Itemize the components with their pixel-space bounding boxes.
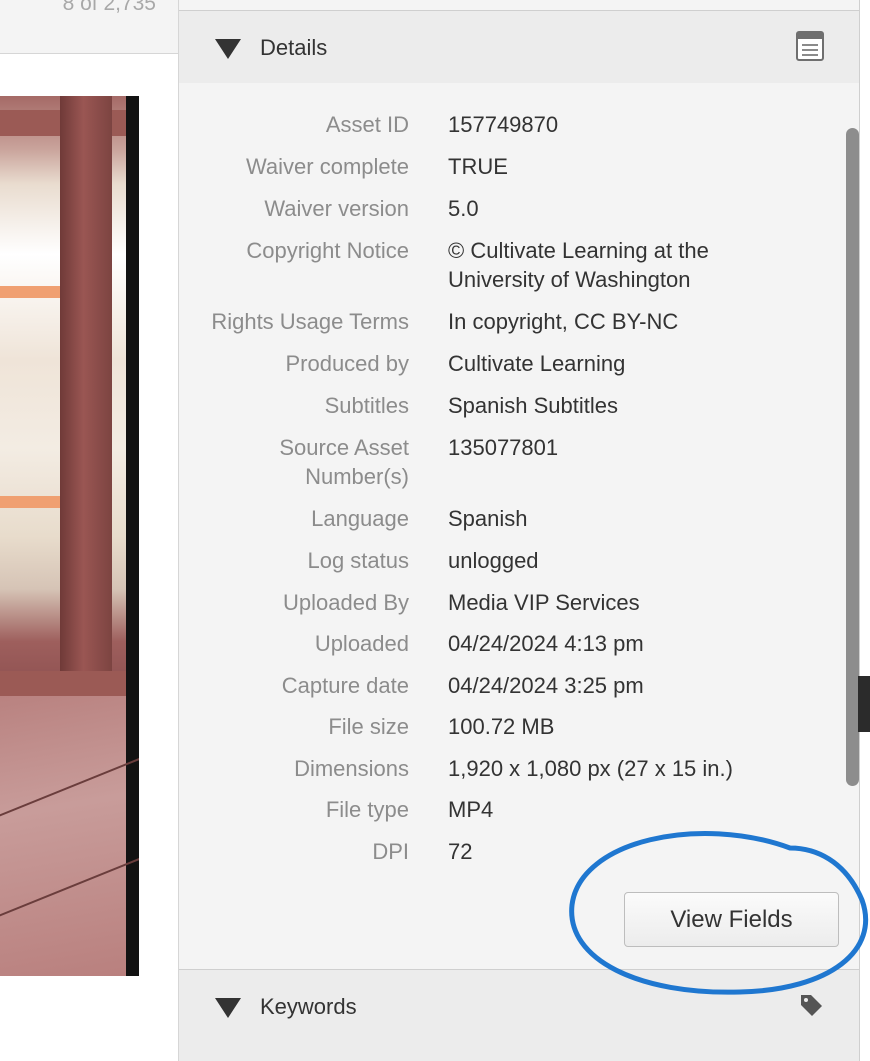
asset-viewer: 8 of 2,735 Details Asset ID 157749870 Wa… [0, 0, 870, 1061]
detail-label: Asset ID [325, 112, 409, 137]
detail-value: Media VIP Services [448, 590, 640, 615]
asset-info-panel: Details Asset ID 157749870 Waiver comple… [178, 0, 860, 1061]
detail-value: 04/24/2024 4:13 pm [448, 631, 644, 656]
detail-value: In copyright, CC BY-NC [448, 309, 679, 334]
detail-label: DPI [372, 839, 409, 864]
detail-label: File type [325, 797, 409, 822]
detail-label: Log status [307, 548, 409, 573]
detail-label: Rights Usage Terms [211, 309, 409, 334]
detail-value: 1,920 x 1,080 px (27 x 15 in.) [448, 756, 733, 781]
detail-value: 04/24/2024 3:25 pm [448, 673, 644, 698]
document-icon[interactable] [796, 31, 824, 61]
asset-preview-image[interactable] [0, 96, 139, 976]
detail-value: 72 [448, 839, 473, 864]
detail-label: Waiver version [264, 196, 409, 221]
triangle-down-icon[interactable] [215, 998, 241, 1018]
detail-value: 157749870 [448, 112, 559, 137]
detail-value: Cultivate Learning [448, 351, 626, 376]
details-section-header[interactable]: Details [179, 11, 860, 83]
side-tab[interactable] [858, 676, 870, 732]
view-fields-button[interactable]: View Fields [624, 892, 839, 947]
detail-label: Capture date [281, 673, 409, 698]
preview-rail [0, 671, 126, 697]
asset-counter: 8 of 2,735 [62, 0, 156, 15]
detail-value: unlogged [448, 548, 539, 573]
preview-detail [0, 496, 60, 508]
keywords-section-title: Keywords [260, 994, 357, 1019]
keywords-section-header[interactable]: Keywords [179, 969, 860, 1061]
tag-icon[interactable] [798, 992, 824, 1018]
detail-label: Uploaded By [283, 590, 409, 615]
detail-value: Spanish Subtitles [448, 393, 618, 418]
preview-deck [0, 696, 126, 976]
detail-label: Subtitles [324, 393, 409, 418]
detail-label: Uploaded [314, 631, 409, 656]
detail-label: Waiver complete [245, 154, 409, 179]
detail-label: File size [328, 714, 409, 739]
detail-value: 100.72 MB [448, 714, 555, 739]
triangle-down-icon[interactable] [215, 39, 241, 59]
detail-value: © Cultivate Learning at the University o… [448, 238, 709, 292]
detail-value: Spanish [448, 506, 528, 531]
detail-value: TRUE [448, 154, 508, 179]
detail-value: MP4 [448, 797, 494, 822]
detail-label: Language [311, 506, 409, 531]
detail-label: Produced by [285, 351, 409, 376]
preview-post [60, 96, 112, 716]
detail-value: 5.0 [448, 196, 479, 221]
detail-label: Dimensions [294, 756, 409, 781]
details-section-title: Details [260, 35, 328, 60]
window-edge [859, 0, 870, 1061]
detail-value: 135077801 [448, 435, 559, 460]
preview-detail [0, 286, 60, 298]
pager-bar: 8 of 2,735 [0, 0, 178, 54]
detail-label: Source Asset Number(s) [279, 435, 409, 489]
detail-label: Copyright Notice [246, 238, 409, 263]
